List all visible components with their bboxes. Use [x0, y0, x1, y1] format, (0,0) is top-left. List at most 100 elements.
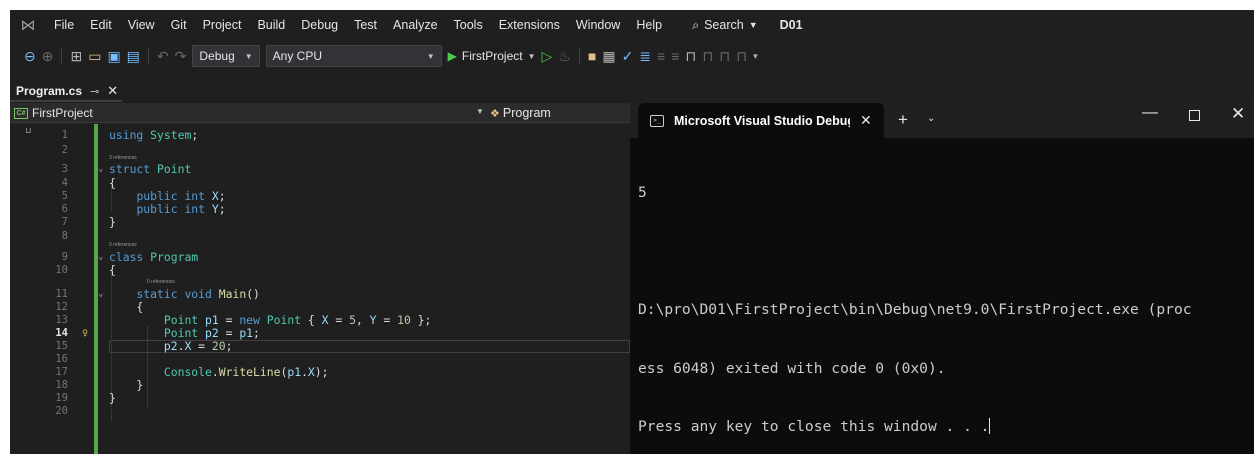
spell-check-icon[interactable]: ✓: [622, 47, 634, 65]
line-number: 12: [55, 301, 68, 313]
type-name: Program: [502, 106, 551, 120]
line-number: 15: [55, 340, 68, 352]
code-line: 10 {: [10, 264, 630, 277]
toolbar-separator: [578, 47, 580, 65]
solution-platform-select[interactable]: Any CPU ▼: [265, 45, 442, 67]
collapse-icon[interactable]: ⌄: [98, 163, 103, 176]
close-window-icon[interactable]: ✕: [1231, 104, 1245, 124]
close-icon[interactable]: ✕: [107, 83, 118, 99]
code-line: 2: [10, 144, 630, 157]
type-dropdown[interactable]: ❖ Program: [490, 106, 551, 120]
close-tab-icon[interactable]: ✕: [860, 112, 872, 129]
navigate-forward-icon[interactable]: ⊕: [42, 47, 54, 65]
code-line: 3 ⌄ struct Point: [10, 163, 630, 176]
code-text: {: [109, 263, 116, 277]
codelens-references[interactable]: 0 references: [109, 242, 137, 248]
console-output[interactable]: 5 D:\pro\D01\FirstProject\bin\Debug\net9…: [638, 144, 1248, 454]
class-icon: ❖: [490, 107, 500, 120]
bookmark-icon[interactable]: ⊓: [685, 47, 696, 65]
visual-studio-window: ⋈ File Edit View Git Project Build Debug…: [10, 10, 1254, 454]
clear-bookmarks-icon[interactable]: ⊓: [736, 47, 747, 65]
save-all-icon[interactable]: ▤: [127, 47, 140, 65]
menu-git[interactable]: Git: [163, 10, 195, 40]
undo-icon[interactable]: ↶: [157, 47, 169, 65]
terminal-icon: >_: [650, 114, 664, 127]
previous-bookmark-icon[interactable]: ⊓: [702, 47, 713, 65]
browser-link-icon[interactable]: ■: [588, 47, 596, 65]
code-line: 9 ⌄ class Program: [10, 251, 630, 264]
document-tab-strip: Program.cs ⊸ ✕: [10, 82, 630, 102]
save-icon[interactable]: ▣: [107, 47, 120, 65]
start-without-debugging-icon[interactable]: ▷: [542, 47, 553, 65]
line-number: 13: [55, 314, 68, 326]
console-output-line: ess 6048) exited with code 0 (0x0).: [638, 359, 946, 377]
tab-program-cs[interactable]: Program.cs ⊸ ✕: [10, 82, 122, 102]
pin-icon[interactable]: ⊸: [90, 85, 99, 98]
csharp-project-icon: C#: [14, 107, 28, 119]
tab-label: Program.cs: [16, 84, 83, 98]
next-bookmark-icon[interactable]: ⊓: [719, 47, 730, 65]
visual-studio-logo-icon[interactable]: ⋈: [10, 10, 46, 40]
chevron-down-icon: ▼: [527, 51, 536, 61]
collapse-icon[interactable]: ⌄: [98, 288, 103, 301]
menu-window[interactable]: Window: [568, 10, 628, 40]
standard-toolbar: ⊖ ⊕ ⊞ ▭ ▣ ▤ ↶ ↷ Debug ▼ Any CPU ▼ ▶ Firs…: [10, 40, 1254, 72]
menu-file[interactable]: File: [46, 10, 82, 40]
startup-project-label: FirstProject: [461, 49, 523, 63]
chevron-down-icon[interactable]: ⌄: [927, 113, 935, 124]
comment-icon[interactable]: ≡: [657, 47, 665, 65]
redo-icon[interactable]: ↷: [175, 47, 187, 65]
collapse-icon[interactable]: ⌄: [98, 251, 103, 264]
new-project-icon[interactable]: ⊞: [70, 47, 82, 65]
chevron-down-icon: ▼: [748, 20, 758, 30]
menu-project[interactable]: Project: [195, 10, 250, 40]
search-button[interactable]: ⌕ Search ▼: [684, 18, 766, 33]
console-output-line: Press any key to close this window . . .: [638, 418, 990, 435]
menu-edit[interactable]: Edit: [82, 10, 120, 40]
menu-test[interactable]: Test: [346, 10, 385, 40]
line-number: 6: [61, 203, 68, 215]
code-line: 18 }: [10, 379, 630, 392]
menu-debug[interactable]: Debug: [293, 10, 346, 40]
uncomment-icon[interactable]: ≡: [671, 47, 679, 65]
menu-analyze[interactable]: Analyze: [385, 10, 445, 40]
code-editor[interactable]: ⊔ 1 using System; 2 3 references 3 ⌄ str…: [10, 124, 630, 454]
code-line: 7 }: [10, 216, 630, 229]
window-layout-icon[interactable]: ▦: [602, 47, 615, 65]
project-dropdown[interactable]: C# FirstProject: [14, 106, 93, 120]
code-text: }: [109, 391, 116, 405]
code-line: 6 public int Y;: [10, 203, 630, 216]
codelens-references[interactable]: 0 references: [147, 279, 175, 285]
code-line: 4 {: [10, 177, 630, 190]
menu-help[interactable]: Help: [628, 10, 670, 40]
new-tab-icon[interactable]: +: [898, 111, 908, 128]
hot-reload-icon[interactable]: ♨: [558, 47, 571, 65]
line-number: 17: [55, 366, 68, 378]
toolbar-overflow-icon[interactable]: ▾: [753, 47, 758, 65]
minimize-icon[interactable]: —: [1142, 104, 1158, 122]
line-number: 7: [61, 216, 68, 228]
line-number: 20: [55, 405, 68, 417]
open-folder-icon[interactable]: ▭: [88, 47, 101, 65]
lightbulb-icon[interactable]: ♀: [82, 327, 88, 340]
start-debugging-button[interactable]: ▶ FirstProject ▼: [448, 49, 536, 63]
menu-view[interactable]: View: [120, 10, 163, 40]
maximize-icon[interactable]: [1189, 110, 1200, 121]
line-number: 18: [55, 379, 68, 391]
solution-configuration-select[interactable]: Debug ▼: [192, 45, 260, 67]
debug-console-window[interactable]: >_ Microsoft Visual Studio Debug Console…: [630, 96, 1254, 454]
menu-bar: ⋈ File Edit View Git Project Build Debug…: [10, 10, 1254, 40]
format-document-icon[interactable]: ≣: [639, 47, 651, 65]
navigate-back-icon[interactable]: ⊖: [24, 47, 36, 65]
menu-tools[interactable]: Tools: [446, 10, 491, 40]
chevron-down-icon[interactable]: ▼: [476, 107, 484, 116]
codelens-references[interactable]: 3 references: [109, 155, 137, 161]
search-icon: ⌕: [692, 17, 700, 32]
menu-extensions[interactable]: Extensions: [491, 10, 568, 40]
console-output-line: 5: [638, 184, 647, 201]
console-tab[interactable]: >_ Microsoft Visual Studio Debug Console…: [638, 103, 884, 138]
menu-build[interactable]: Build: [249, 10, 293, 40]
line-number: 16: [55, 353, 68, 365]
code-line: 5 public int X;: [10, 190, 630, 203]
play-icon: ▶: [447, 49, 457, 63]
